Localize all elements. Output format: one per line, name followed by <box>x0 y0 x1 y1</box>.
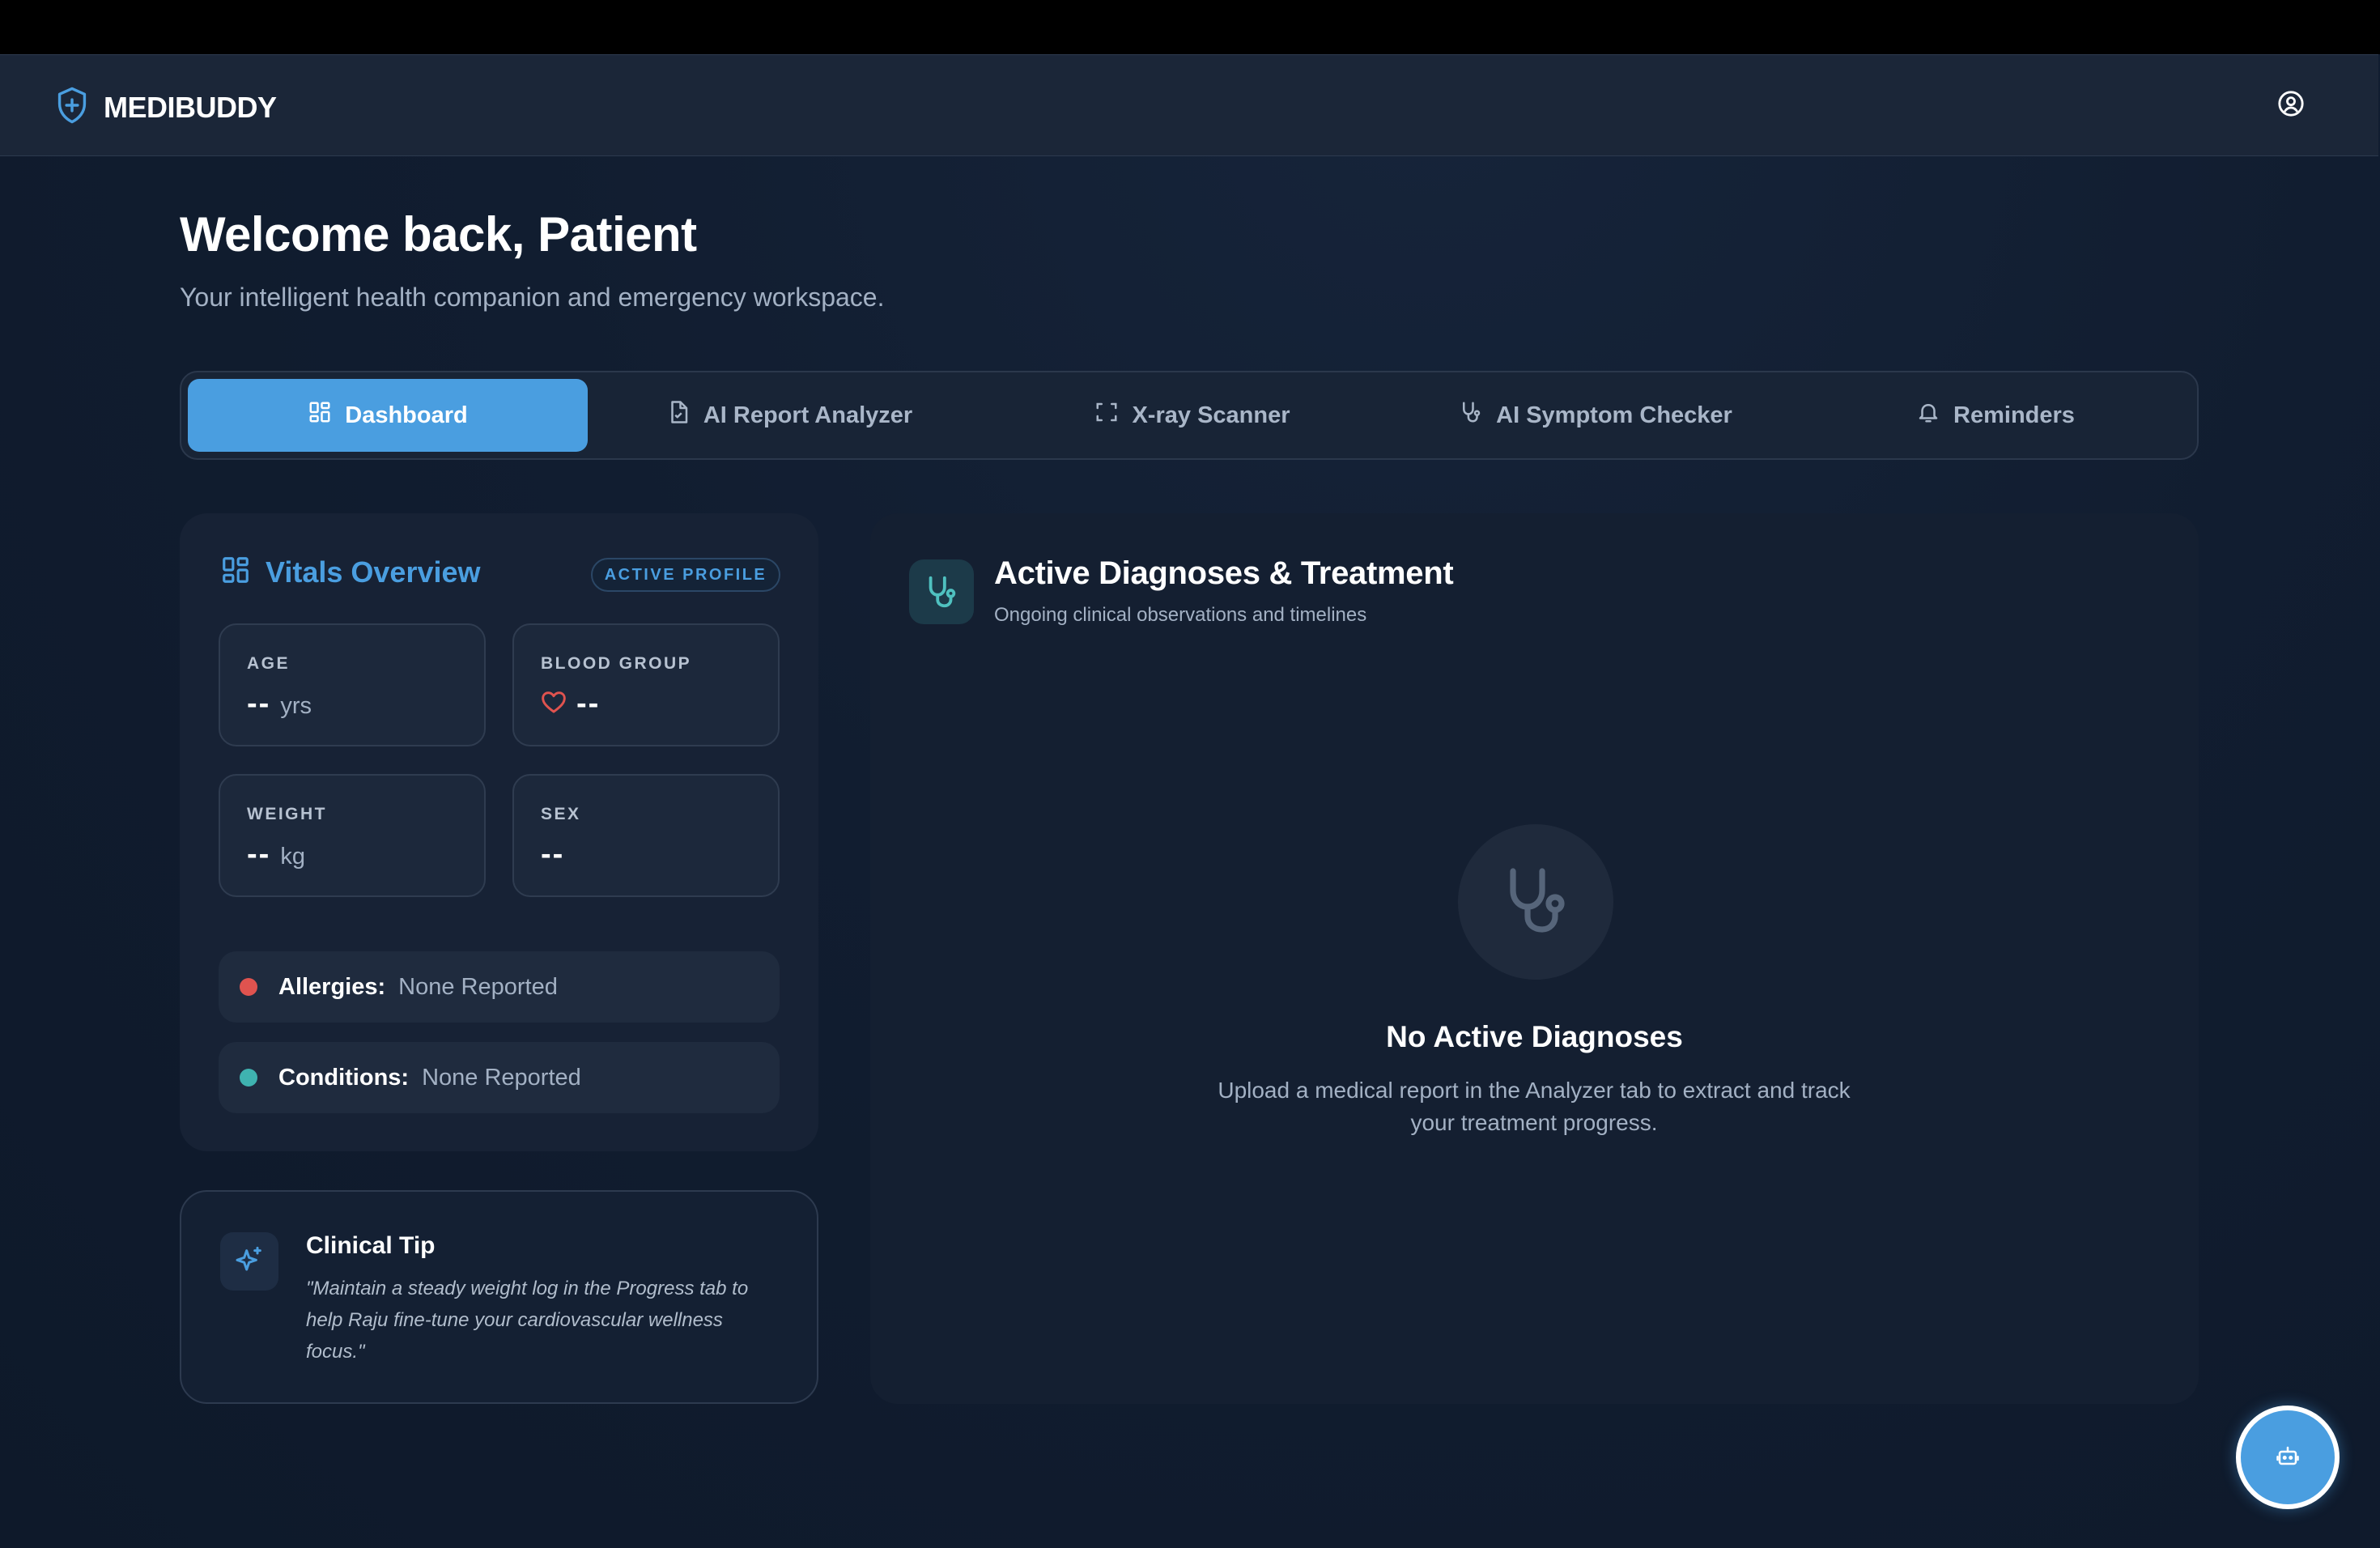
bot-icon <box>2276 1444 2300 1472</box>
sex-value: -- <box>541 837 565 871</box>
tab-ai-report-analyzer[interactable]: AI Report Analyzer <box>588 379 991 452</box>
vital-value: -- <box>541 687 600 721</box>
tab-dashboard[interactable]: Dashboard <box>188 379 588 452</box>
tab-x-ray-scanner[interactable]: X-ray Scanner <box>991 379 1394 452</box>
active-profile-badge: ACTIVE PROFILE <box>591 558 780 592</box>
shield-icon <box>55 86 89 129</box>
vital-weight: WEIGHT -- kg <box>219 774 486 897</box>
diagnoses-title: Active Diagnoses & Treatment <box>994 555 1454 591</box>
empty-state-title: No Active Diagnoses <box>1386 1020 1683 1053</box>
vitals-title-text: Vitals Overview <box>266 555 481 589</box>
diagnoses-subtitle: Ongoing clinical observations and timeli… <box>994 604 1367 626</box>
tab-label: Dashboard <box>345 402 468 428</box>
empty-state-illustration <box>1458 824 1613 980</box>
allergies-label: Allergies: <box>278 973 386 1000</box>
vital-label: WEIGHT <box>247 805 327 823</box>
conditions-row: Conditions: None Reported <box>219 1042 780 1113</box>
document-icon <box>666 400 691 431</box>
allergy-status-dot <box>240 978 257 996</box>
vitals-title: Vitals Overview <box>220 555 481 589</box>
navbar: MEDIBUDDY <box>0 54 2378 156</box>
brand-name: MEDIBUDDY <box>104 90 277 124</box>
tip-title: Clinical Tip <box>306 1232 436 1259</box>
dashboard-icon <box>308 400 332 431</box>
allergies-value: None Reported <box>398 973 558 1000</box>
scan-icon <box>1094 400 1119 431</box>
conditions-label: Conditions: <box>278 1064 410 1091</box>
top-black-strip <box>0 0 2380 54</box>
brand[interactable]: MEDIBUDDY <box>55 86 277 129</box>
sparkles-icon <box>220 1232 278 1291</box>
condition-status-dot <box>240 1069 257 1087</box>
user-circle-icon <box>2277 90 2305 121</box>
vital-age: AGE -- yrs <box>219 623 486 746</box>
user-profile-button[interactable] <box>2275 89 2307 121</box>
tip-text: "Maintain a steady weight log in the Pro… <box>306 1278 749 1363</box>
page-subtitle: Your intelligent health companion and em… <box>180 283 885 312</box>
age-value: -- <box>247 687 271 721</box>
allergies-row: Allergies: None Reported <box>219 951 780 1023</box>
page-title: Welcome back, Patient <box>180 207 697 262</box>
tab-label: Reminders <box>1953 402 2075 428</box>
tab-label: X-ray Scanner <box>1132 402 1290 428</box>
heart-icon <box>541 690 567 718</box>
weight-unit: kg <box>280 844 305 870</box>
conditions-value: None Reported <box>422 1064 581 1091</box>
stethoscope-icon <box>1459 400 1483 431</box>
vital-blood-group: BLOOD GROUP -- <box>512 623 780 746</box>
stethoscope-icon <box>909 559 974 624</box>
vital-label: AGE <box>247 654 291 673</box>
tab-label: AI Symptom Checker <box>1496 402 1732 428</box>
tab-ai-symptom-checker[interactable]: AI Symptom Checker <box>1394 379 1797 452</box>
tab-label: AI Report Analyzer <box>703 402 913 428</box>
active-diagnoses-card: Active Diagnoses & Treatment Ongoing cli… <box>870 513 2199 1404</box>
vital-value: -- <box>541 837 564 872</box>
weight-value: -- <box>247 837 271 871</box>
dashboard-icon <box>220 555 251 589</box>
vital-label: SEX <box>541 805 581 823</box>
blood-group-value: -- <box>576 687 601 721</box>
clinical-tip-card: Clinical Tip "Maintain a steady weight l… <box>180 1190 818 1404</box>
bell-icon <box>1916 400 1940 431</box>
empty-state-text: Upload a medical report in the Analyzer … <box>1218 1078 1851 1135</box>
tab-reminders[interactable]: Reminders <box>1797 379 2194 452</box>
ai-assistant-button[interactable] <box>2236 1406 2340 1509</box>
age-unit: yrs <box>280 693 312 719</box>
vital-sex: SEX -- <box>512 774 780 897</box>
tab-bar: Dashboard AI Report Analyzer X-ray Scann… <box>180 371 2199 460</box>
vital-label: BLOOD GROUP <box>541 654 692 673</box>
vitals-overview-card: Vitals Overview ACTIVE PROFILE AGE -- yr… <box>180 513 818 1151</box>
stethoscope-icon <box>1497 861 1575 943</box>
vital-value: -- yrs <box>247 687 312 721</box>
vital-value: -- kg <box>247 837 305 872</box>
